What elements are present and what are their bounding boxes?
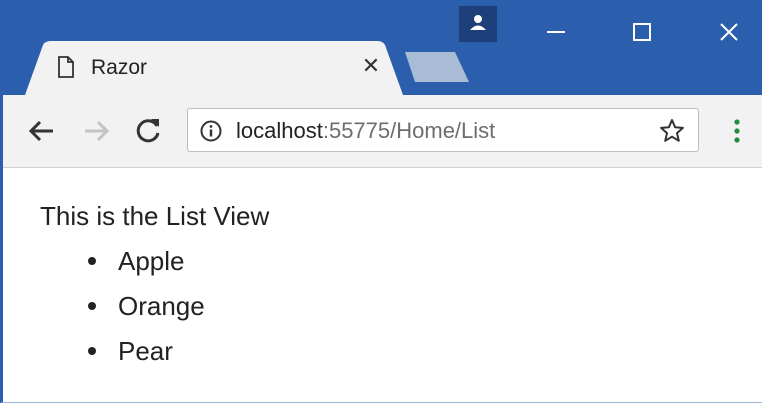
forward-button[interactable] xyxy=(79,114,113,148)
address-bar[interactable]: localhost:55775/Home/List xyxy=(187,108,699,152)
tab-background xyxy=(25,41,403,95)
minimize-button[interactable] xyxy=(534,8,578,52)
person-icon xyxy=(470,15,486,30)
close-window-button[interactable] xyxy=(707,8,751,52)
maximize-icon xyxy=(633,23,651,41)
bullet xyxy=(88,257,96,265)
new-tab-button[interactable] xyxy=(401,52,473,82)
list-item-label: Apple xyxy=(118,246,185,276)
reload-button[interactable] xyxy=(131,114,165,148)
list-item: Orange xyxy=(40,291,205,336)
page-content: This is the List View Apple Orange Pear xyxy=(3,168,762,402)
back-button[interactable] xyxy=(25,114,59,148)
maximize-button[interactable] xyxy=(620,8,664,52)
list-item-label: Pear xyxy=(118,336,173,366)
tab-title: Razor xyxy=(91,56,148,79)
bullet xyxy=(88,347,96,355)
reload-icon xyxy=(136,119,160,143)
page-icon xyxy=(57,56,75,78)
tab-razor[interactable]: Razor ✕ xyxy=(25,41,405,95)
profile-button[interactable] xyxy=(459,6,497,42)
list-item: Pear xyxy=(40,336,205,381)
arrow-left-icon xyxy=(28,120,53,142)
bookmark-star-icon[interactable] xyxy=(658,117,686,145)
list-item-label: Orange xyxy=(118,291,205,321)
close-icon xyxy=(720,23,738,41)
tab-close-icon[interactable]: ✕ xyxy=(359,54,383,78)
page-heading: This is the List View xyxy=(40,201,270,231)
url-text[interactable]: localhost:55775/Home/List xyxy=(236,118,495,144)
browser-toolbar: localhost:55775/Home/List xyxy=(3,95,762,168)
title-bar: Razor ✕ xyxy=(3,0,762,95)
url-path: :55775/Home/List xyxy=(322,118,496,143)
bullet xyxy=(88,302,96,310)
minimize-icon xyxy=(547,31,565,33)
list-item: Apple xyxy=(40,246,205,291)
url-host: localhost xyxy=(236,118,323,143)
browser-window: Razor ✕ localhost:55775/Home/List This i… xyxy=(0,0,762,403)
browser-menu-button[interactable] xyxy=(723,114,751,148)
fruit-list: Apple Orange Pear xyxy=(40,246,205,381)
arrow-right-icon xyxy=(85,120,110,142)
kebab-menu-icon xyxy=(734,119,740,143)
info-icon[interactable] xyxy=(200,120,222,142)
